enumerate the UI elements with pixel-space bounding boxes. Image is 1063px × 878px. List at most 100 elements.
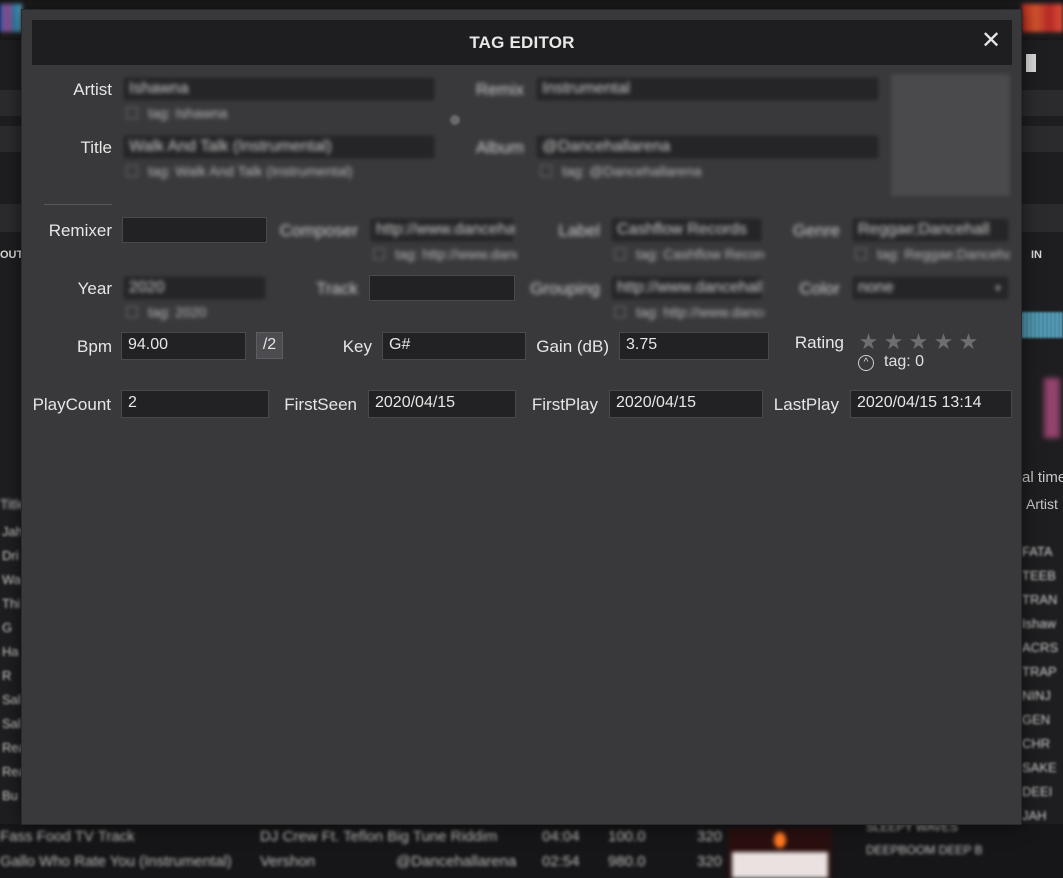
- label-label: Label: [558, 221, 600, 240]
- gain-field[interactable]: 3.75: [619, 332, 769, 360]
- artist-tag-checkbox[interactable]: tag: Ishawna: [126, 105, 426, 121]
- rating-tag[interactable]: ^ tag: 0: [858, 353, 924, 371]
- chevron-down-icon: ▾: [994, 281, 1001, 295]
- list-item[interactable]: Ishaw: [1022, 612, 1063, 636]
- list-item[interactable]: R: [0, 664, 24, 688]
- right-mini-waveform-pink: [1044, 378, 1060, 438]
- list-item[interactable]: G: [0, 616, 24, 640]
- remix-label: Remix: [475, 80, 524, 99]
- list-item[interactable]: TRAN: [1022, 588, 1063, 612]
- list-item[interactable]: SAKE: [1022, 756, 1063, 780]
- list-item[interactable]: ACRS: [1022, 636, 1063, 660]
- list-item[interactable]: Ha: [0, 640, 24, 664]
- deck-in-label: IN: [1031, 249, 1042, 261]
- row-time: 04:04: [542, 828, 580, 845]
- lastplay-field[interactable]: 2020/04/15 13:14: [850, 390, 1012, 418]
- rating-label: Rating: [794, 333, 844, 352]
- list-item[interactable]: Thi: [0, 592, 24, 616]
- album-tag-text: tag: @Dancehallarena: [562, 163, 702, 179]
- right-deck-waveform: [1022, 4, 1063, 32]
- bpm-half-button[interactable]: /2: [256, 332, 283, 359]
- list-item[interactable]: Dri: [0, 544, 24, 568]
- title-tag-checkbox[interactable]: tag: Walk And Talk (Instrumental): [126, 163, 426, 179]
- firstplay-label: FirstPlay: [531, 395, 598, 414]
- artist-field[interactable]: Ishawna: [122, 76, 436, 102]
- list-item[interactable]: Wa: [0, 568, 24, 592]
- title-tag-text: tag: Walk And Talk (Instrumental): [148, 163, 353, 179]
- star-icon[interactable]: ★: [856, 331, 881, 353]
- year-label: Year: [77, 279, 112, 298]
- star-icon[interactable]: ★: [956, 331, 981, 353]
- list-item[interactable]: Rea: [0, 760, 26, 784]
- star-icon[interactable]: ★: [881, 331, 906, 353]
- genre-tag-text: tag: Reggae;Dancehall: [877, 246, 1010, 262]
- swap-icon[interactable]: [450, 115, 460, 125]
- rating-tag-text: tag: 0: [884, 353, 925, 370]
- row-title: Fass Food TV Track: [0, 828, 135, 845]
- divider: [44, 204, 112, 205]
- list-item[interactable]: NINJ: [1022, 684, 1063, 708]
- list-item[interactable]: Sal: [0, 712, 24, 736]
- album-label: Album: [475, 138, 524, 157]
- deck-out-label: OUT: [0, 249, 24, 261]
- list-item[interactable]: Bu: [0, 784, 24, 808]
- firstplay-field[interactable]: 2020/04/15: [609, 390, 763, 418]
- firstseen-field[interactable]: 2020/04/15: [368, 390, 516, 418]
- composer-field[interactable]: http://www.dancehalla: [369, 217, 515, 243]
- title-field[interactable]: Walk And Talk (Instrumental): [122, 134, 436, 160]
- list-item[interactable]: DEEI: [1022, 780, 1063, 804]
- star-icon[interactable]: ★: [931, 331, 956, 353]
- list-item[interactable]: TRAP: [1022, 660, 1063, 684]
- label-tag-text: tag: Cashflow Records: [636, 246, 764, 262]
- list-item[interactable]: TEEB: [1022, 564, 1063, 588]
- year-tag-checkbox[interactable]: tag: 2020: [126, 304, 266, 320]
- row-artist: DJ Crew Ft. Teflon Big Tune Riddim: [260, 828, 498, 845]
- key-field[interactable]: G#: [382, 332, 526, 360]
- year-tag-text: tag: 2020: [148, 304, 207, 320]
- list-item[interactable]: Jah: [0, 520, 24, 544]
- composer-label: Composer: [279, 221, 358, 240]
- rating-tag-icon: ^: [858, 355, 874, 371]
- label-field[interactable]: Cashflow Records: [610, 217, 763, 243]
- gain-label: Gain (dB): [536, 337, 609, 356]
- grouping-field[interactable]: http://www.dancehalla: [610, 275, 763, 301]
- track-label: Track: [316, 279, 358, 298]
- grouping-label: Grouping: [530, 279, 600, 298]
- title-label: Title: [80, 138, 113, 157]
- close-icon[interactable]: ✕: [979, 29, 1003, 54]
- color-select-value: none: [858, 279, 894, 296]
- playcount-field[interactable]: 2: [121, 390, 269, 418]
- color-select[interactable]: none ▾: [851, 275, 1010, 301]
- album-field[interactable]: @Dancehallarena: [535, 134, 880, 160]
- row-extra: 320: [697, 853, 723, 870]
- remix-field[interactable]: Instrumental: [535, 76, 880, 102]
- remixer-field[interactable]: [122, 217, 267, 243]
- album-tag-checkbox[interactable]: tag: @Dancehallarena: [540, 163, 840, 179]
- row-bpm: 100.0: [608, 828, 646, 845]
- bpm-label: Bpm: [77, 337, 112, 356]
- list-item[interactable]: CHR: [1022, 732, 1063, 756]
- row-album: @Dancehallarena: [396, 853, 517, 870]
- year-field[interactable]: 2020: [122, 275, 267, 301]
- genre-tag-checkbox[interactable]: tag: Reggae;Dancehall: [855, 246, 1010, 262]
- lastplay-label: LastPlay: [773, 395, 839, 414]
- cover-art-image[interactable]: [891, 74, 1010, 196]
- star-icon[interactable]: ★: [906, 331, 931, 353]
- list-item[interactable]: Sal: [0, 688, 24, 712]
- left-deck-waveform: [0, 4, 22, 32]
- cover-thumbnail: [728, 828, 832, 878]
- grouping-tag-checkbox[interactable]: tag: http://www.dancehalla: [614, 304, 764, 320]
- list-item[interactable]: GEN: [1022, 708, 1063, 732]
- rating-stars: ★ ★ ★ ★ ★: [856, 331, 981, 353]
- list-item[interactable]: Rea: [0, 736, 26, 760]
- composer-tag-checkbox[interactable]: tag: http://www.dancehalla: [373, 246, 517, 262]
- label-tag-checkbox[interactable]: tag: Cashflow Records: [614, 246, 764, 262]
- bpm-field[interactable]: 94.00: [121, 332, 246, 360]
- genre-field[interactable]: Reggae;Dancehall: [851, 217, 1010, 243]
- track-field[interactable]: [369, 275, 515, 301]
- total-time-label: al time: [1022, 469, 1063, 486]
- artist-label: Artist: [73, 80, 112, 99]
- row-bpm: 980.0: [608, 853, 646, 870]
- dialog-title: TAG EDITOR: [469, 33, 575, 52]
- list-item[interactable]: FATA: [1022, 540, 1063, 564]
